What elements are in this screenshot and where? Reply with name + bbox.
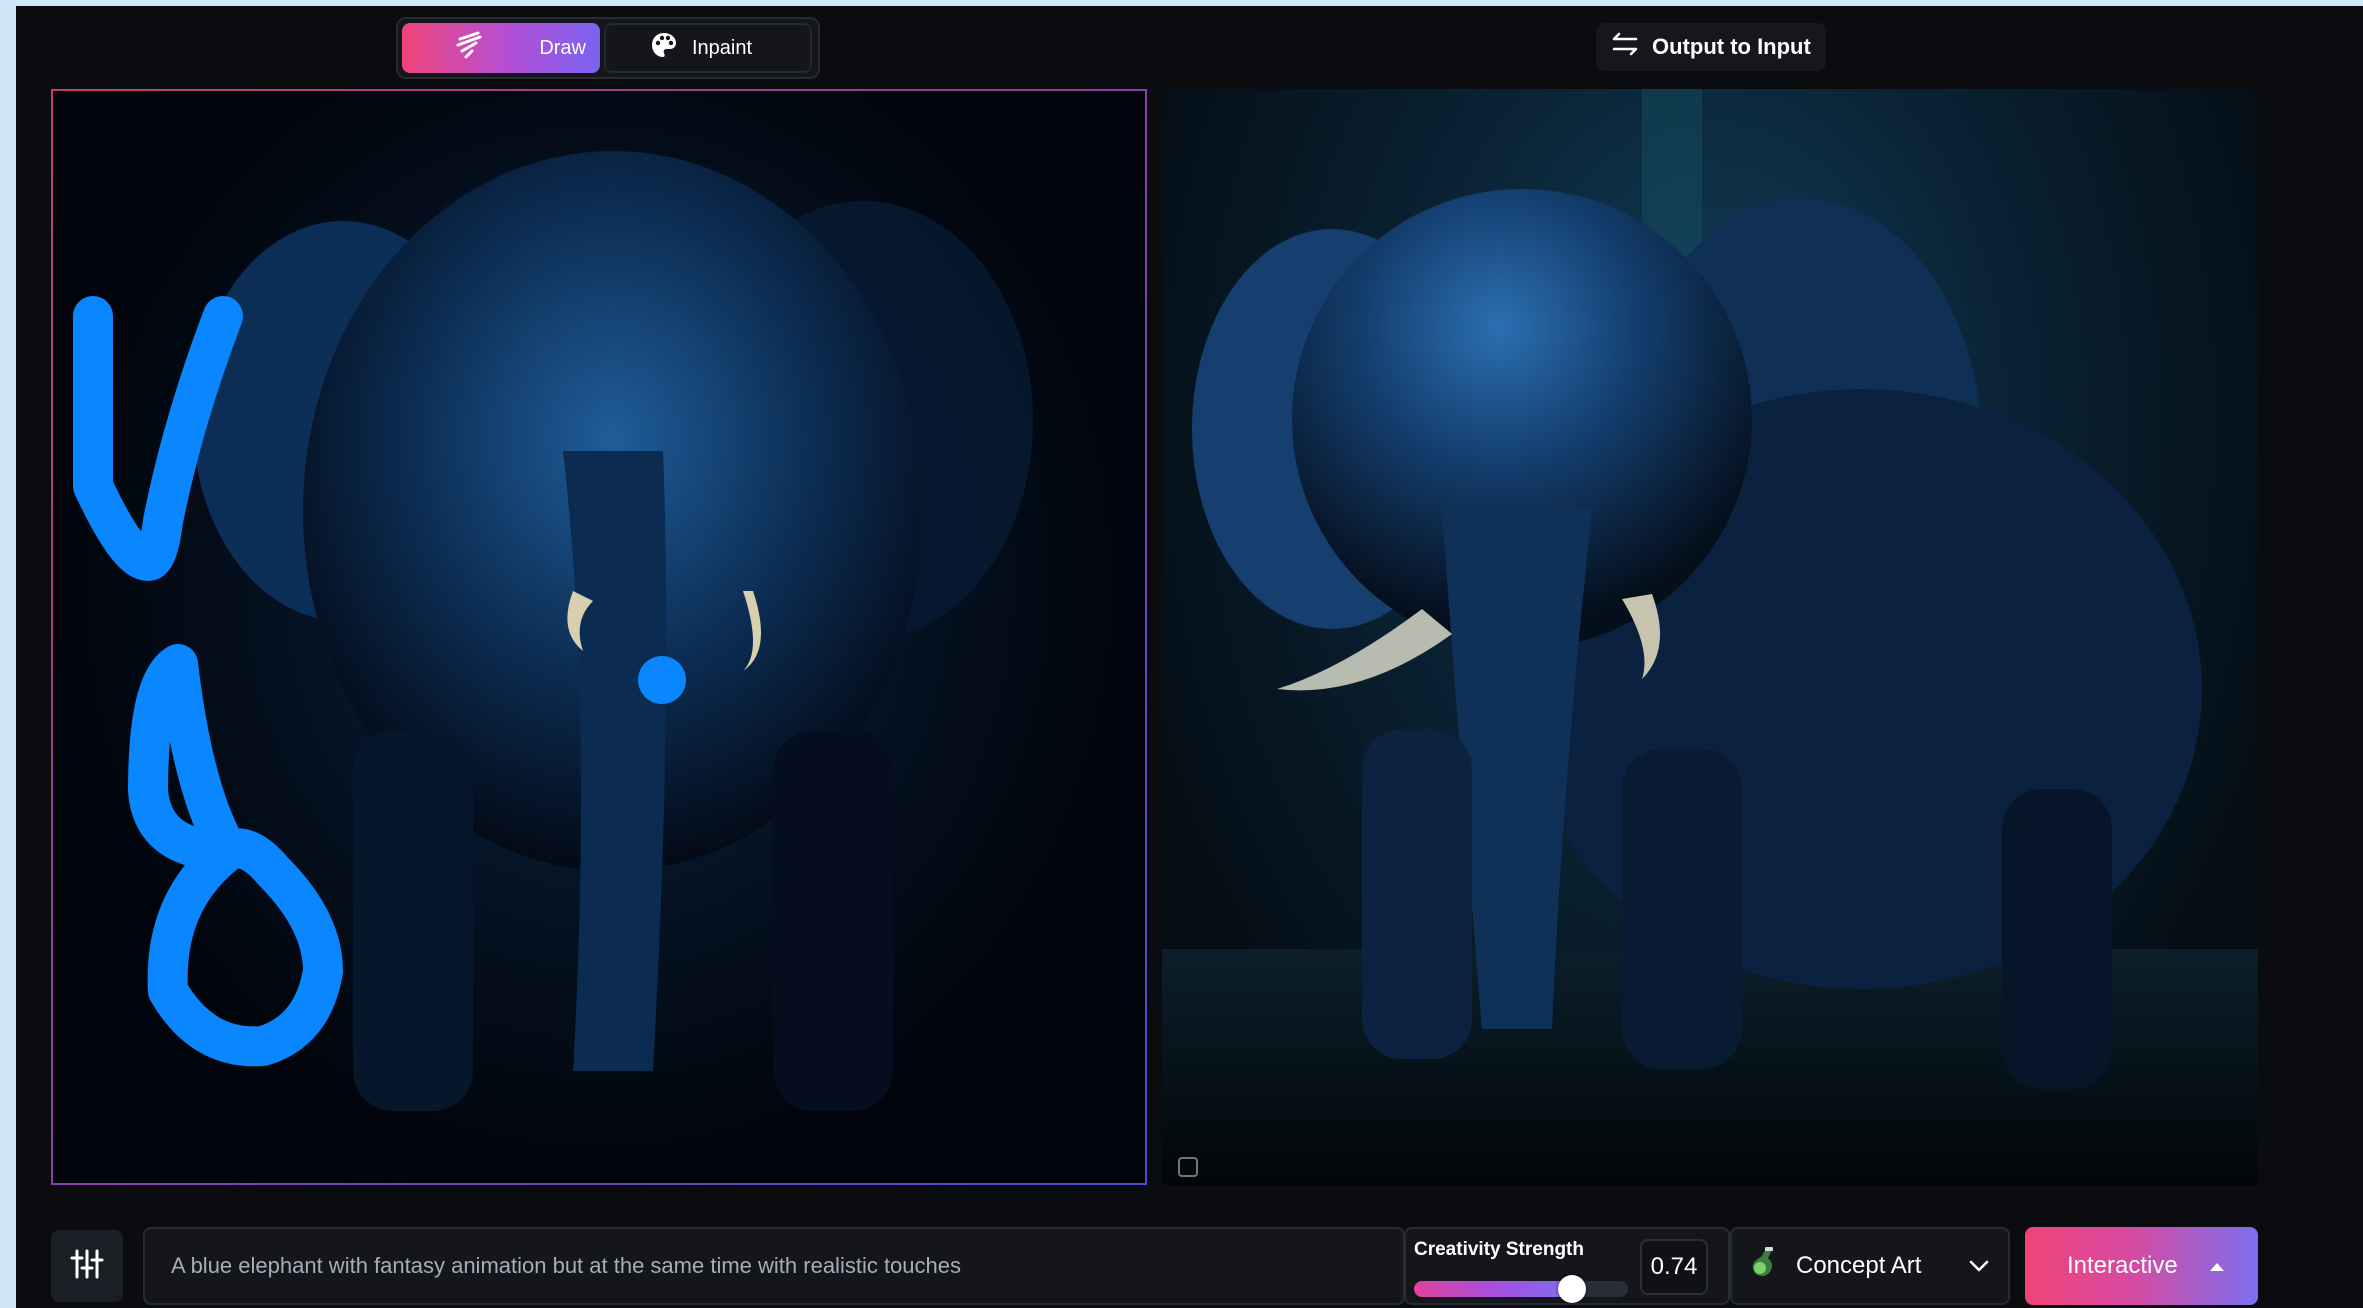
sliders-icon — [70, 1247, 104, 1286]
draw-label: Draw — [539, 36, 586, 59]
creativity-strength-label: Creativity Strength — [1414, 1239, 1584, 1260]
output-watermark — [1178, 1157, 1204, 1177]
style-select-value: Concept Art — [1796, 1252, 1922, 1279]
draw-button[interactable]: Draw — [402, 23, 600, 73]
watermark-logo-icon — [1178, 1157, 1198, 1177]
prompt-input[interactable]: A blue elephant with fantasy animation b… — [143, 1227, 1405, 1305]
slider-fill — [1414, 1281, 1573, 1297]
caret-up-icon — [2208, 1252, 2226, 1280]
drawing-canvas[interactable] — [51, 89, 1147, 1185]
output-to-input-label: Output to Input — [1652, 34, 1811, 59]
output-to-input-button[interactable]: Output to Input — [1596, 23, 1826, 71]
brush-icon — [454, 29, 486, 67]
output-canvas — [1162, 89, 2258, 1185]
interactive-label: Interactive — [2067, 1252, 2178, 1279]
interactive-generate-button[interactable]: Interactive — [2025, 1227, 2258, 1305]
output-elephant-image — [1162, 89, 2258, 1185]
creativity-value-field[interactable]: 0.74 — [1640, 1239, 1708, 1295]
input-elephant-image — [73, 151, 1033, 1111]
prompt-text: A blue elephant with fantasy animation b… — [171, 1253, 961, 1278]
chevron-down-icon — [1968, 1252, 1990, 1280]
swap-arrows-icon — [1610, 31, 1640, 63]
potion-flask-icon — [1748, 1246, 1778, 1287]
style-select[interactable]: Concept Art — [1730, 1227, 2010, 1305]
creativity-slider[interactable] — [1414, 1275, 1628, 1303]
creativity-strength-control: Creativity Strength 0.74 — [1404, 1227, 1730, 1305]
app-window: Draw Inpaint Output to Input A blue elep… — [16, 6, 2363, 1308]
settings-sliders-button[interactable] — [51, 1230, 123, 1302]
slider-knob[interactable] — [1558, 1275, 1587, 1303]
mode-toggle: Draw Inpaint — [396, 17, 820, 79]
palette-icon — [650, 31, 678, 65]
inpaint-button[interactable]: Inpaint — [604, 23, 812, 73]
inpaint-label: Inpaint — [692, 36, 753, 59]
